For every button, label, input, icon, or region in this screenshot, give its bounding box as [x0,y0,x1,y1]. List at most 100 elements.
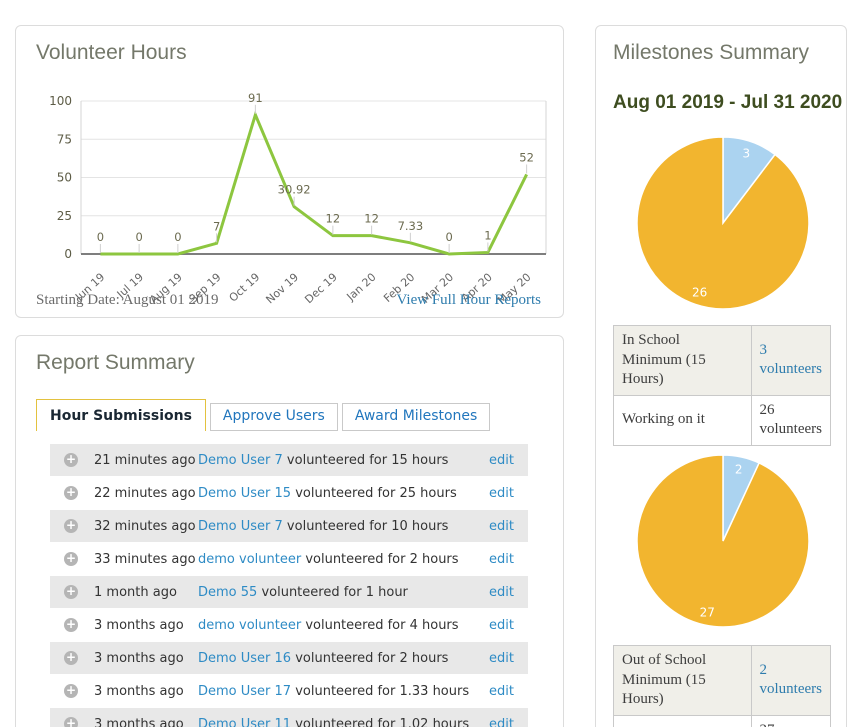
milestone-value: 2 volunteers [750,645,832,716]
edit-link[interactable]: edit [489,486,514,501]
edit-link[interactable]: edit [489,585,514,600]
svg-text:100: 100 [49,94,72,108]
milestones-summary-card: Milestones Summary Aug 01 2019 - Jul 31 … [595,25,847,727]
svg-text:0: 0 [174,230,181,244]
submission-description: demo volunteer volunteered for 2 hours [198,551,459,567]
edit-link[interactable]: edit [489,618,514,633]
svg-text:7.33: 7.33 [398,219,424,233]
milestone-row: In School Minimum (15 Hours) 3 volunteers [613,325,832,396]
submission-row: +3 months ago Demo User 11 volunteered fo… [50,708,528,727]
submission-time: 3 months ago [94,617,184,633]
submission-time: 32 minutes ago [94,518,196,534]
svg-text:0: 0 [97,230,104,244]
svg-text:91: 91 [248,91,263,105]
tab-approve-users[interactable]: Approve Users [209,403,338,431]
svg-text:0: 0 [64,247,72,261]
edit-link[interactable]: edit [489,453,514,468]
edit-link[interactable]: edit [489,552,514,567]
submission-description: Demo User 11 volunteered for 1.02 hours [198,717,489,727]
volunteers-link[interactable]: 3 volunteers [760,342,822,378]
submission-row: +33 minutes ago demo volunteer volunteere… [50,543,528,575]
edit-link[interactable]: edit [489,684,514,699]
report-summary-card: Report Summary Hour Submissions Approve U… [15,335,564,727]
svg-text:50: 50 [57,171,72,185]
volunteers-count: 26 volunteers [759,401,822,438]
chart-footer: Starting Date: August 01 2019 View Full … [36,292,541,309]
user-link[interactable]: Demo User 11 [198,717,291,727]
submission-row: +21 minutes ago Demo User 7 volunteered f… [50,444,528,476]
edit-link[interactable]: edit [489,651,514,666]
report-summary-tabs: Hour Submissions Approve Users Award Miles… [36,399,494,431]
svg-text:7: 7 [213,219,220,233]
expand-icon[interactable]: + [64,717,78,727]
expand-icon[interactable]: + [64,585,78,599]
svg-text:75: 75 [57,132,72,146]
user-link[interactable]: demo volunteer [198,552,301,567]
milestone-value: 3 volunteers [750,325,832,396]
milestone-value: 26 volunteers [750,394,832,446]
report-summary-title: Report Summary [36,351,195,374]
user-link[interactable]: Demo User 15 [198,486,291,501]
user-link[interactable]: Demo 55 [198,585,257,600]
milestone-row: Out of School Minimum (15 Hours) 2 volunt… [613,645,832,716]
expand-icon[interactable]: + [64,684,78,698]
submission-row: +32 minutes ago Demo User 7 volunteered f… [50,510,528,542]
svg-text:3: 3 [743,147,751,161]
volunteer-hours-card: Volunteer Hours 0 25 50 75 100 Jun 19 Jul 19 Au… [15,25,564,318]
expand-icon[interactable]: + [64,618,78,632]
tab-hour-submissions[interactable]: Hour Submissions [36,399,206,431]
expand-icon[interactable]: + [64,552,78,566]
in-school-pie-chart: 3 26 [636,136,810,310]
view-full-hour-reports-link[interactable]: View Full Hour Reports [396,292,541,309]
submission-row: +22 minutes ago Demo User 15 volunteered … [50,477,528,509]
submission-description: Demo User 15 volunteered for 25 hours [198,485,457,501]
submission-time: 1 month ago [94,584,177,600]
svg-text:25: 25 [57,209,72,223]
expand-icon[interactable]: + [64,651,78,665]
svg-text:1: 1 [484,228,491,242]
submission-time: 3 months ago [94,716,184,727]
milestone-row: Working on it 27 volunteers [613,714,832,727]
submission-description: Demo User 7 volunteered for 10 hours [198,518,449,534]
out-of-school-milestone-table: Out of School Minimum (15 Hours) 2 volunt… [613,645,832,727]
edit-link[interactable]: edit [489,519,514,534]
submission-description: Demo User 16 volunteered for 2 hours [198,650,449,666]
submission-time: 21 minutes ago [94,452,196,468]
user-link[interactable]: Demo User 17 [198,684,291,699]
submission-time: 3 months ago [94,683,184,699]
dashboard-page: Volunteer Hours 0 25 50 75 100 Jun 19 Jul 19 Au… [0,0,867,727]
user-link[interactable]: Demo User 7 [198,453,283,468]
svg-text:27: 27 [700,605,715,619]
svg-text:0: 0 [445,230,452,244]
milestones-summary-title: Milestones Summary [613,41,810,64]
in-school-milestone-table: In School Minimum (15 Hours) 3 volunteers… [613,325,832,446]
user-link[interactable]: demo volunteer [198,618,301,633]
volunteer-hours-title: Volunteer Hours [36,41,187,64]
svg-text:12: 12 [364,212,379,226]
milestone-name: Working on it [613,714,752,727]
expand-icon[interactable]: + [64,486,78,500]
expand-icon[interactable]: + [64,519,78,533]
submission-description: Demo 55 volunteered for 1 hour [198,584,408,600]
user-link[interactable]: Demo User 16 [198,651,291,666]
submission-row: +3 months ago Demo User 16 volunteered fo… [50,642,528,674]
submission-description: demo volunteer volunteered for 4 hours [198,617,459,633]
submission-time: 3 months ago [94,650,184,666]
expand-icon[interactable]: + [64,453,78,467]
svg-text:2: 2 [735,463,743,477]
milestone-name: Working on it [613,394,752,446]
submission-row: +3 months ago demo volunteer volunteered … [50,609,528,641]
user-link[interactable]: Demo User 7 [198,519,283,534]
milestone-date-range: Aug 01 2019 - Jul 31 2020 [613,92,843,113]
edit-link[interactable]: edit [489,717,514,727]
submission-description: Demo User 17 volunteered for 1.33 hours [198,683,470,699]
volunteers-link[interactable]: 2 volunteers [760,662,822,698]
out-of-school-pie-chart: 2 27 [636,454,810,628]
submission-row: +3 months ago Demo User 17 volunteered fo… [50,675,528,707]
tab-award-milestones[interactable]: Award Milestones [341,403,491,431]
svg-text:30.92: 30.92 [278,183,311,197]
milestone-name: In School Minimum (15 Hours) [613,325,752,396]
milestone-name: Out of School Minimum (15 Hours) [613,645,752,716]
volunteer-hours-line-chart: 0255075100Jun 19 Jul 19 Aug 19 Sep 19 Oct 19… [49,91,547,307]
submission-time: 22 minutes ago [94,485,196,501]
